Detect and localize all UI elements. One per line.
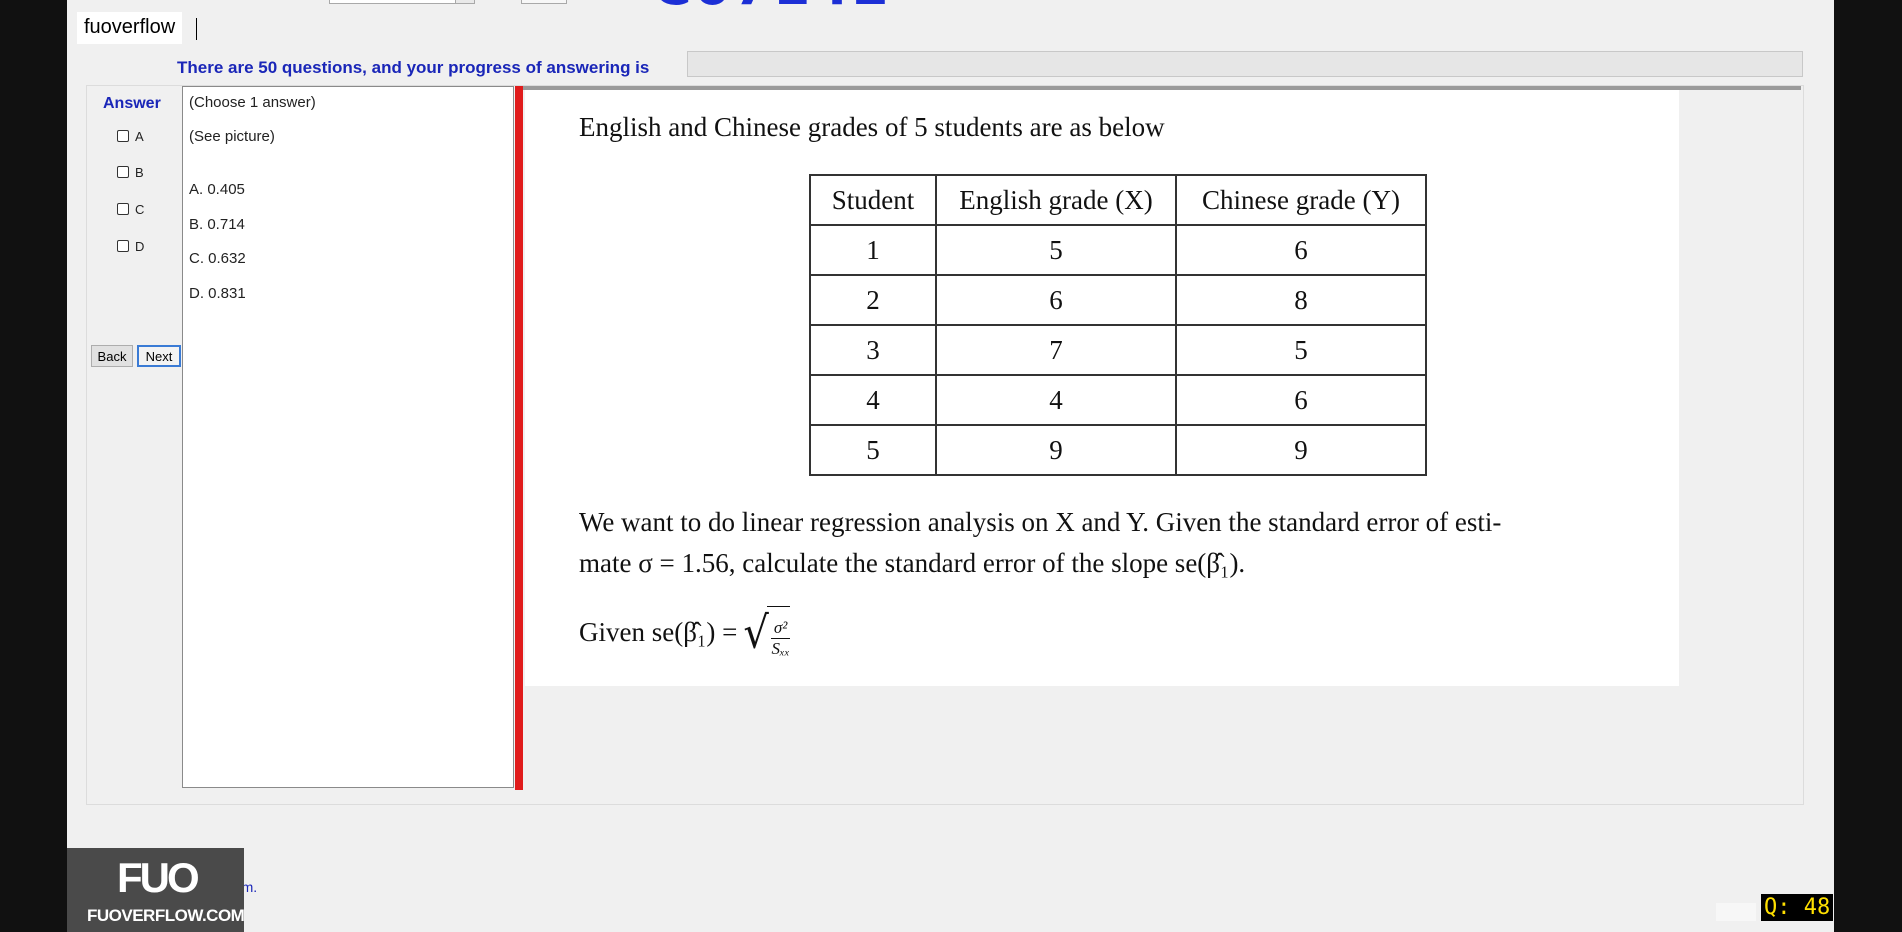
text-cursor [196, 18, 197, 40]
choice-b-text: B. 0.714 [189, 216, 245, 233]
watermark-logo-text: FUO [117, 854, 200, 901]
splitter-bar[interactable] [515, 86, 523, 790]
question-text-box: (Choose 1 answer) (See picture) A. 0.405… [182, 86, 514, 788]
exam-code-clipped: C07142 [652, 0, 892, 17]
picture-paragraph: We want to do linear regression analysis… [579, 502, 1639, 584]
table-cell: 6 [1175, 374, 1427, 426]
option-a[interactable]: A [117, 127, 144, 145]
option-a-label: A [135, 128, 144, 144]
fraction: σ² Sₓₓ [770, 618, 791, 659]
option-b-checkbox[interactable] [117, 166, 129, 178]
progress-bar [687, 51, 1803, 77]
header-student: Student [809, 174, 937, 226]
watermark-site: FUOVERFLOW.COM [87, 906, 245, 925]
sqrt-body: σ² Sₓₓ [766, 606, 791, 659]
table-cell: 8 [1175, 274, 1427, 326]
table-cell: 3 [809, 324, 937, 376]
table-cell: 9 [1175, 424, 1427, 476]
top-field[interactable] [521, 0, 567, 4]
paragraph-line-2: mate σ = 1.56, calculate the standard er… [579, 548, 1246, 578]
header-english: English grade (X) [935, 174, 1177, 226]
sqrt-icon: √ [743, 607, 769, 658]
option-b-label: B [135, 164, 144, 180]
choice-c-text: C. 0.632 [189, 250, 246, 267]
option-c[interactable]: C [117, 200, 144, 218]
question-instruction: (Choose 1 answer) [189, 94, 316, 111]
answer-label: Answer [103, 95, 161, 112]
paragraph-line-1: We want to do linear regression analysis… [579, 507, 1502, 537]
table-cell: 5 [935, 224, 1177, 276]
sqrt-expression: √ σ² Sₓₓ [743, 606, 791, 659]
table-row: 1 5 6 [809, 224, 1427, 276]
fraction-numerator: σ² [770, 618, 791, 639]
table-cell: 6 [935, 274, 1177, 326]
top-dropdown[interactable] [329, 0, 475, 4]
timer-field [1716, 903, 1756, 921]
option-c-checkbox[interactable] [117, 203, 129, 215]
table-header-row: Student English grade (X) Chinese grade … [809, 174, 1427, 226]
table-cell: 4 [935, 374, 1177, 426]
table-cell: 5 [1175, 324, 1427, 376]
fraction-denominator: Sₓₓ [771, 639, 790, 658]
back-button[interactable]: Back [91, 345, 133, 367]
exam-window: C07142 fuoverflow There are 50 questions… [67, 0, 1834, 932]
table-cell: 9 [935, 424, 1177, 476]
table-cell: 6 [1175, 224, 1427, 276]
table-cell: 4 [809, 374, 937, 426]
choice-a-text: A. 0.405 [189, 181, 245, 198]
table-row: 5 9 9 [809, 424, 1427, 476]
header-chinese: Chinese grade (Y) [1175, 174, 1427, 226]
formula-prefix: Given se(β̂₁) = [579, 617, 738, 647]
formula: Given se(β̂₁) = √ σ² Sₓₓ [579, 606, 791, 659]
watermark-logo: FUO FUOVERFLOW.COM [67, 848, 245, 932]
brand-tab: fuoverflow [77, 12, 183, 44]
option-c-label: C [135, 201, 145, 217]
option-d[interactable]: D [117, 237, 144, 255]
table-cell: 2 [809, 274, 937, 326]
table-row: 4 4 6 [809, 374, 1427, 426]
picture-intro: English and Chinese grades of 5 students… [579, 112, 1165, 142]
table-cell: 7 [935, 324, 1177, 376]
question-picture: English and Chinese grades of 5 students… [525, 90, 1679, 686]
question-hint: (See picture) [189, 128, 275, 145]
option-d-label: D [135, 238, 145, 254]
table-row: 3 7 5 [809, 324, 1427, 376]
next-button[interactable]: Next [137, 345, 181, 367]
table-row: 2 6 8 [809, 274, 1427, 326]
grades-table: Student English grade (X) Chinese grade … [809, 174, 1427, 476]
option-a-checkbox[interactable] [117, 130, 129, 142]
progress-label: There are 50 questions, and your progres… [177, 58, 650, 77]
option-d-checkbox[interactable] [117, 240, 129, 252]
table-cell: 5 [809, 424, 937, 476]
question-counter: Q: 48 [1761, 894, 1834, 921]
table-cell: 1 [809, 224, 937, 276]
choice-d-text: D. 0.831 [189, 285, 246, 302]
option-b[interactable]: B [117, 163, 144, 181]
